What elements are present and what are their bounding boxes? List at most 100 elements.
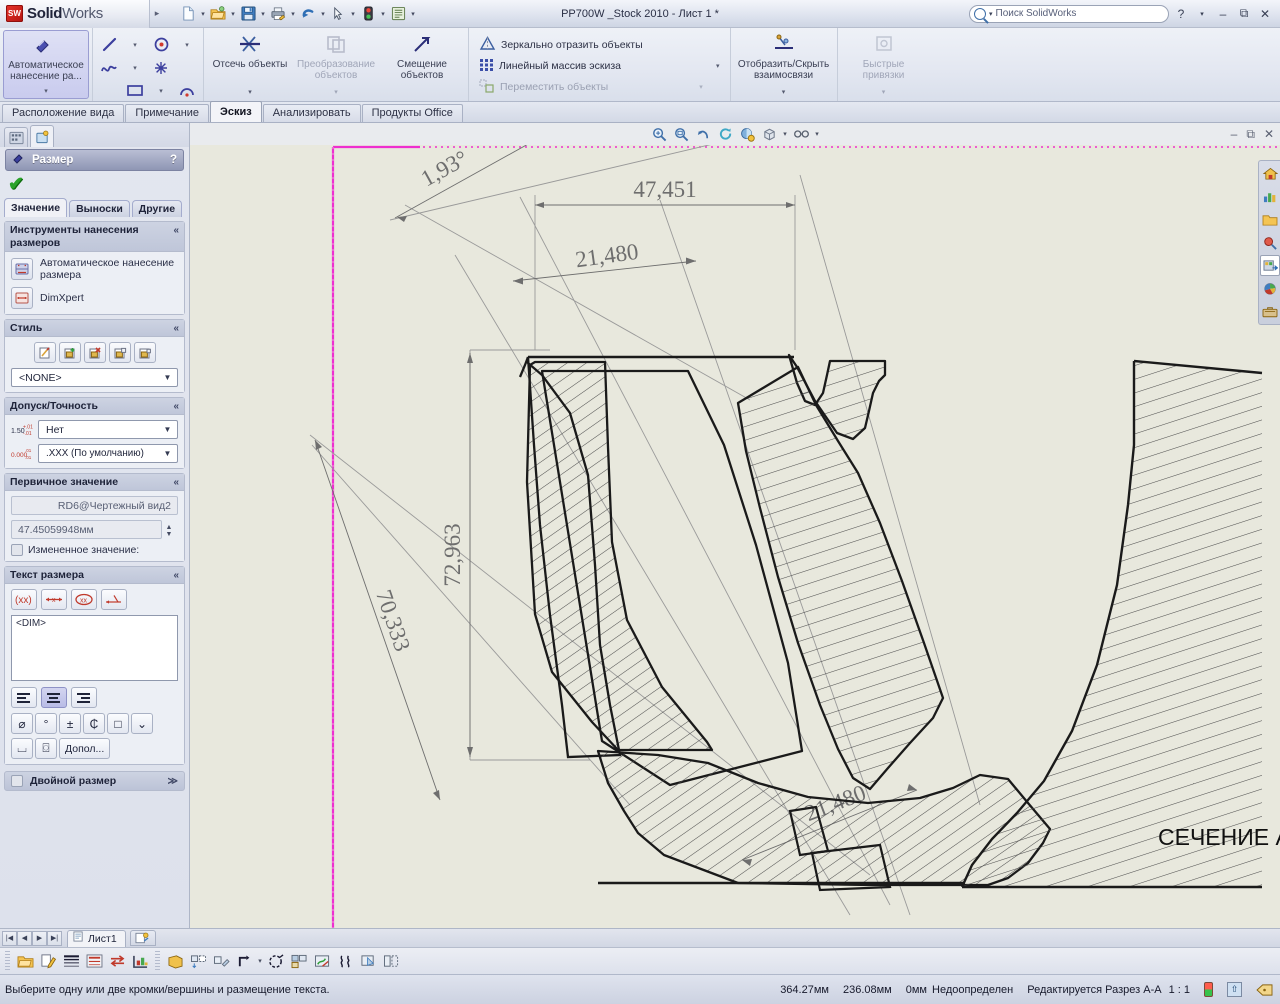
style-header[interactable]: Стиль « [5,320,184,337]
toolbar-grip[interactable] [5,951,10,971]
arrow-indicator-icon[interactable]: ⇧ [1227,982,1242,997]
rebuild-caret[interactable]: ▾ [379,10,387,18]
model-view-icon[interactable] [164,950,186,972]
convert-caret[interactable]: ▾ [334,87,338,99]
broken-out-section-icon[interactable] [311,950,333,972]
projected-view-icon[interactable] [187,950,209,972]
spline-caret[interactable]: ▾ [122,56,148,79]
degree-symbol-button[interactable]: ° [35,713,57,734]
add-angle-icon[interactable] [101,589,127,610]
view-palette-icon[interactable] [1260,255,1280,276]
move-entities-button[interactable]: Переместить объекты ▾ [476,77,723,98]
more-symbols-caret[interactable]: ⌄ [131,713,153,734]
dimxpert-row[interactable]: DimXpert [11,287,178,309]
rebuild-indicator-icon[interactable] [1204,982,1213,997]
sheet-properties-icon[interactable] [14,950,36,972]
dimension-21480-upper[interactable]: 21,480 [512,239,697,285]
mirror-entities-button[interactable]: Зеркально отразить объекты [476,35,723,56]
tab-other[interactable]: Другие [131,200,183,217]
delete-style-icon[interactable] [83,342,106,363]
override-value-row[interactable]: Измененное значение: [11,544,178,556]
spline-icon[interactable] [96,56,122,79]
zoom-to-fit-icon[interactable] [650,125,669,144]
search-library-icon[interactable] [1260,232,1280,253]
dimension-name-field[interactable]: RD6@Чертежный вид2 [11,496,178,515]
help-caret[interactable]: ▾ [1193,5,1211,23]
smart-dimension-button[interactable]: Автоматическое нанесение ра... ▾ [3,30,89,99]
sheet-last-button[interactable]: ▶| [47,930,62,946]
doc-restore-button[interactable]: ⧉ [1246,127,1255,142]
hide-show-caret[interactable]: ▾ [814,130,821,138]
convert-entities-button[interactable]: Преобразование объектов ▾ [293,30,379,99]
new-caret[interactable]: ▾ [199,10,207,18]
value-spinner[interactable]: ▲ ▼ [163,521,175,540]
auto-dimension-row[interactable]: Автоматическое нанесение размера [11,257,178,281]
layer-properties-icon[interactable] [129,950,151,972]
close-button[interactable]: ✕ [1256,5,1274,23]
primary-value-header[interactable]: Первичное значение « [5,474,184,491]
dual-dimension-checkbox[interactable] [11,775,23,787]
tag-icon[interactable] [1256,983,1274,997]
apply-style-icon[interactable] [33,342,56,363]
tab-view-layout[interactable]: Расположение вида [2,104,125,122]
centerline-symbol-button[interactable]: ₵ [83,713,105,734]
tab-evaluate[interactable]: Анализировать [262,104,361,122]
chevron-down-icon[interactable]: ≫ [168,776,178,787]
add-inspection-icon[interactable]: x [41,589,67,610]
section-view-icon[interactable] [233,950,255,972]
sheet-first-button[interactable]: |◀ [2,930,17,946]
quick-snaps-caret[interactable]: ▾ [882,87,886,99]
dimension-text-header[interactable]: Текст размера « [5,567,184,584]
tab-leaders[interactable]: Выноски [69,200,130,217]
file-explorer-icon[interactable] [1260,209,1280,230]
dimension-47451[interactable]: 47,451 [535,177,795,208]
line-icon[interactable] [96,33,122,56]
precision-select[interactable]: .XXX (По умолчанию) ▼ [38,444,178,463]
undo-icon[interactable] [298,4,318,24]
select-icon[interactable] [328,4,348,24]
smart-dimension-caret[interactable]: ▾ [44,86,48,98]
display-style-icon[interactable] [760,125,779,144]
alternate-position-icon[interactable] [380,950,402,972]
section-dual-dimension[interactable]: Двойной размер ≫ [4,771,185,791]
detail-view-icon[interactable] [265,950,287,972]
hide-show-items-icon[interactable] [792,125,811,144]
align-right-icon[interactable] [71,687,97,708]
options-icon[interactable] [388,4,408,24]
dimension-72963[interactable]: 72,963 [440,353,473,757]
override-checkbox[interactable] [11,544,23,556]
search-caret[interactable]: ▾ [989,10,993,18]
move-entities-caret[interactable]: ▾ [699,83,703,91]
zoom-to-area-icon[interactable] [672,125,691,144]
doc-close-button[interactable]: ✕ [1264,127,1274,141]
add-parenthesis-icon[interactable]: (xx) [11,589,37,610]
app-logo[interactable]: SolidWorks [0,0,150,28]
open-caret[interactable]: ▾ [229,10,237,18]
trim-caret[interactable]: ▾ [248,87,252,99]
circle-caret[interactable]: ▾ [174,33,200,56]
trim-entities-button[interactable]: Отсечь объекты ▾ [207,30,293,99]
more-button[interactable]: Допол... [59,738,111,759]
line-style-icon[interactable] [60,950,82,972]
feature-manager-tab[interactable] [4,127,28,147]
home-icon[interactable] [1260,163,1280,184]
tolerance-type-select[interactable]: Нет ▼ [38,420,178,439]
standard-3-view-icon[interactable] [288,950,310,972]
chevron-down-icon[interactable]: ▼ [160,373,175,382]
appearances-icon[interactable] [1260,278,1280,299]
search-input[interactable]: ▾ Поиск SolidWorks [969,4,1169,23]
open-document-icon[interactable] [208,4,228,24]
arc-icon[interactable] [174,79,200,102]
display-delete-relations-button[interactable]: Отобразить/Скрыть взаимосвязи ▾ [734,30,834,99]
print-icon[interactable] [268,4,288,24]
counterbore-symbol-button[interactable]: ⌴ [11,738,33,759]
help-button[interactable]: ? [1172,5,1190,23]
style-select[interactable]: <NONE> ▼ [11,368,178,387]
design-library-icon[interactable] [1260,186,1280,207]
tab-value[interactable]: Значение [4,198,68,217]
panel-help-button[interactable]: ? [170,154,177,166]
property-manager-tab[interactable] [30,125,54,147]
chevron-up-icon[interactable]: « [173,224,179,237]
diameter-symbol-button[interactable]: ⌀ [11,713,33,734]
sheet-prev-button[interactable]: ◀ [17,930,32,946]
